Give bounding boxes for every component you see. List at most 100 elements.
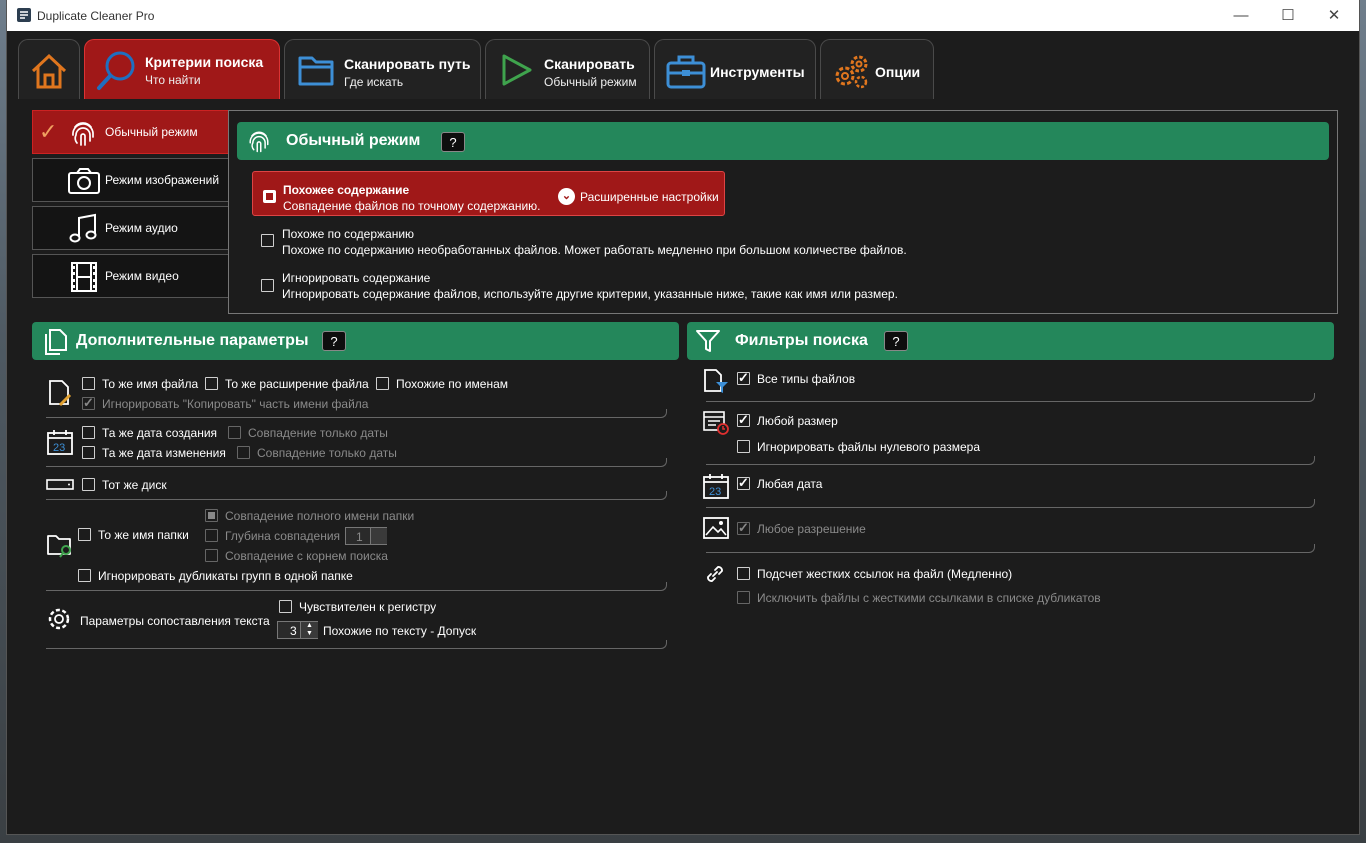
tab-home[interactable] — [18, 39, 80, 99]
stepper-value: 1 — [356, 530, 363, 544]
tab-scan[interactable]: Сканировать Обычный режим — [485, 39, 650, 99]
exclude-hardlinks-checkbox[interactable] — [737, 591, 750, 604]
close-button[interactable]: ✕ — [1311, 0, 1357, 31]
gear-icon — [48, 608, 70, 630]
mode-video[interactable]: Режим видео — [32, 254, 229, 298]
checkbox-label: Все типы файлов — [757, 372, 856, 386]
hardlinks-checkbox[interactable] — [737, 567, 750, 580]
checkbox-label: Любая дата — [757, 477, 823, 491]
checkbox-label: То же имя папки — [98, 528, 189, 542]
mode-label: Обычный режим — [105, 125, 198, 139]
size-list-icon — [703, 411, 729, 435]
divider — [46, 458, 667, 467]
any-date-checkbox[interactable] — [737, 475, 750, 491]
mode-audio[interactable]: Режим аудио — [32, 206, 229, 250]
tab-search-criteria[interactable]: Критерии поиска Что найти — [84, 39, 280, 99]
tab-scan-path[interactable]: Сканировать путь Где искать — [284, 39, 481, 99]
option-desc: Похоже по содержанию необработанных файл… — [282, 243, 907, 257]
case-sensitive-checkbox[interactable] — [279, 600, 292, 613]
checkbox-label: Та же дата создания — [102, 426, 218, 440]
same-folder-checkbox[interactable] — [78, 528, 91, 541]
similar-names-checkbox[interactable] — [376, 377, 389, 390]
match-depth-checkbox[interactable] — [205, 529, 218, 542]
tab-title: Критерии поиска — [145, 54, 264, 70]
any-size-checkbox[interactable] — [737, 412, 750, 428]
full-folder-checkbox[interactable] — [205, 509, 218, 522]
film-icon — [71, 262, 97, 292]
section-title: Фильтры поиска — [735, 332, 868, 349]
stepper-arrows[interactable] — [370, 528, 387, 544]
chevron-down-icon: ⌄ — [558, 188, 575, 205]
checkbox-label: Любое разрешение — [757, 522, 866, 536]
radio-selected[interactable] — [263, 190, 276, 203]
checkbox-label: Совпадение полного имени папки — [225, 509, 415, 523]
divider — [706, 499, 1315, 508]
title-bar: Duplicate Cleaner Pro — ☐ ✕ — [7, 0, 1359, 31]
check-icon: ✓ — [39, 119, 58, 144]
checkbox-label: Игнорировать файлы нулевого размера — [757, 440, 981, 454]
option-title: Похоже по содержанию — [282, 227, 415, 241]
same-created-checkbox[interactable] — [82, 426, 95, 439]
divider — [46, 409, 667, 418]
help-button[interactable]: ? — [322, 331, 346, 351]
maximize-button[interactable]: ☐ — [1265, 0, 1311, 31]
mode-normal[interactable]: ✓ Обычный режим — [32, 110, 229, 154]
app-icon — [17, 8, 31, 22]
any-resolution-checkbox[interactable] — [737, 520, 750, 536]
stepper-value: 3 — [290, 624, 297, 638]
help-button[interactable]: ? — [441, 132, 465, 152]
calendar-icon: 23 — [703, 474, 729, 499]
normal-mode-header: Обычный режим ? — [237, 122, 1329, 160]
tab-tools[interactable]: Инструменты — [654, 39, 816, 99]
date-only-created-checkbox[interactable] — [228, 426, 241, 439]
link-icon — [707, 566, 723, 582]
ignore-same-folder-checkbox[interactable] — [78, 569, 91, 582]
toolbox-icon — [666, 55, 706, 89]
fingerprint-icon — [249, 131, 269, 153]
depth-stepper[interactable]: 1 — [345, 527, 387, 545]
option-desc: Игнорировать содержание файлов, использу… — [282, 287, 898, 301]
text-params-label: Параметры сопоставления текста — [80, 614, 270, 628]
tab-title: Сканировать путь — [344, 56, 471, 72]
tolerance-stepper[interactable]: 3 ▲ ▼ — [277, 621, 318, 639]
mode-label: Режим видео — [105, 269, 179, 283]
option-title: Похожее содержание — [283, 183, 410, 197]
help-button[interactable]: ? — [884, 331, 908, 351]
option-ignore-content-radio[interactable] — [261, 279, 274, 292]
folder-search-icon — [47, 535, 71, 558]
tab-title: Опции — [875, 64, 921, 80]
fingerprint-icon — [72, 122, 94, 146]
divider — [46, 582, 667, 591]
camera-icon — [68, 168, 100, 194]
same-ext-checkbox[interactable] — [205, 377, 218, 390]
option-similar-raw-radio[interactable] — [261, 234, 274, 247]
option-similar-content[interactable]: Похожее содержание Совпадение файлов по … — [252, 171, 725, 216]
advanced-label: Расширенные настройки — [580, 190, 719, 204]
divider — [46, 491, 667, 500]
option-desc: Совпадение файлов по точному содержанию. — [283, 199, 541, 213]
stepper-arrows[interactable]: ▲ ▼ — [300, 622, 318, 638]
mode-label: Режим аудио — [105, 221, 178, 235]
mode-image[interactable]: Режим изображений — [32, 158, 229, 202]
checkbox-label: То же имя файла — [102, 377, 199, 391]
filter-icon — [696, 330, 720, 352]
tab-options[interactable]: Опции — [820, 39, 934, 99]
checkbox-label: Чувствителен к регистру — [299, 600, 437, 614]
svg-text:23: 23 — [709, 486, 721, 498]
all-types-checkbox[interactable] — [737, 370, 750, 386]
checkbox-label: Глубина совпадения — [225, 529, 341, 543]
extra-params-header: Дополнительные параметры ? — [32, 322, 679, 360]
tab-subtitle: Где искать — [344, 75, 404, 89]
same-disk-checkbox[interactable] — [82, 478, 95, 491]
image-icon — [703, 517, 729, 539]
calendar-icon: 23 — [47, 430, 73, 455]
gears-icon — [835, 55, 868, 89]
section-title: Обычный режим — [286, 132, 421, 149]
root-match-checkbox[interactable] — [205, 549, 218, 562]
checkbox-label: Похожие по именам — [396, 377, 508, 391]
minimize-button[interactable]: — — [1218, 0, 1264, 31]
divider — [706, 456, 1315, 465]
divider — [706, 393, 1315, 402]
ignore-zero-checkbox[interactable] — [737, 440, 750, 453]
same-name-checkbox[interactable] — [82, 377, 95, 390]
